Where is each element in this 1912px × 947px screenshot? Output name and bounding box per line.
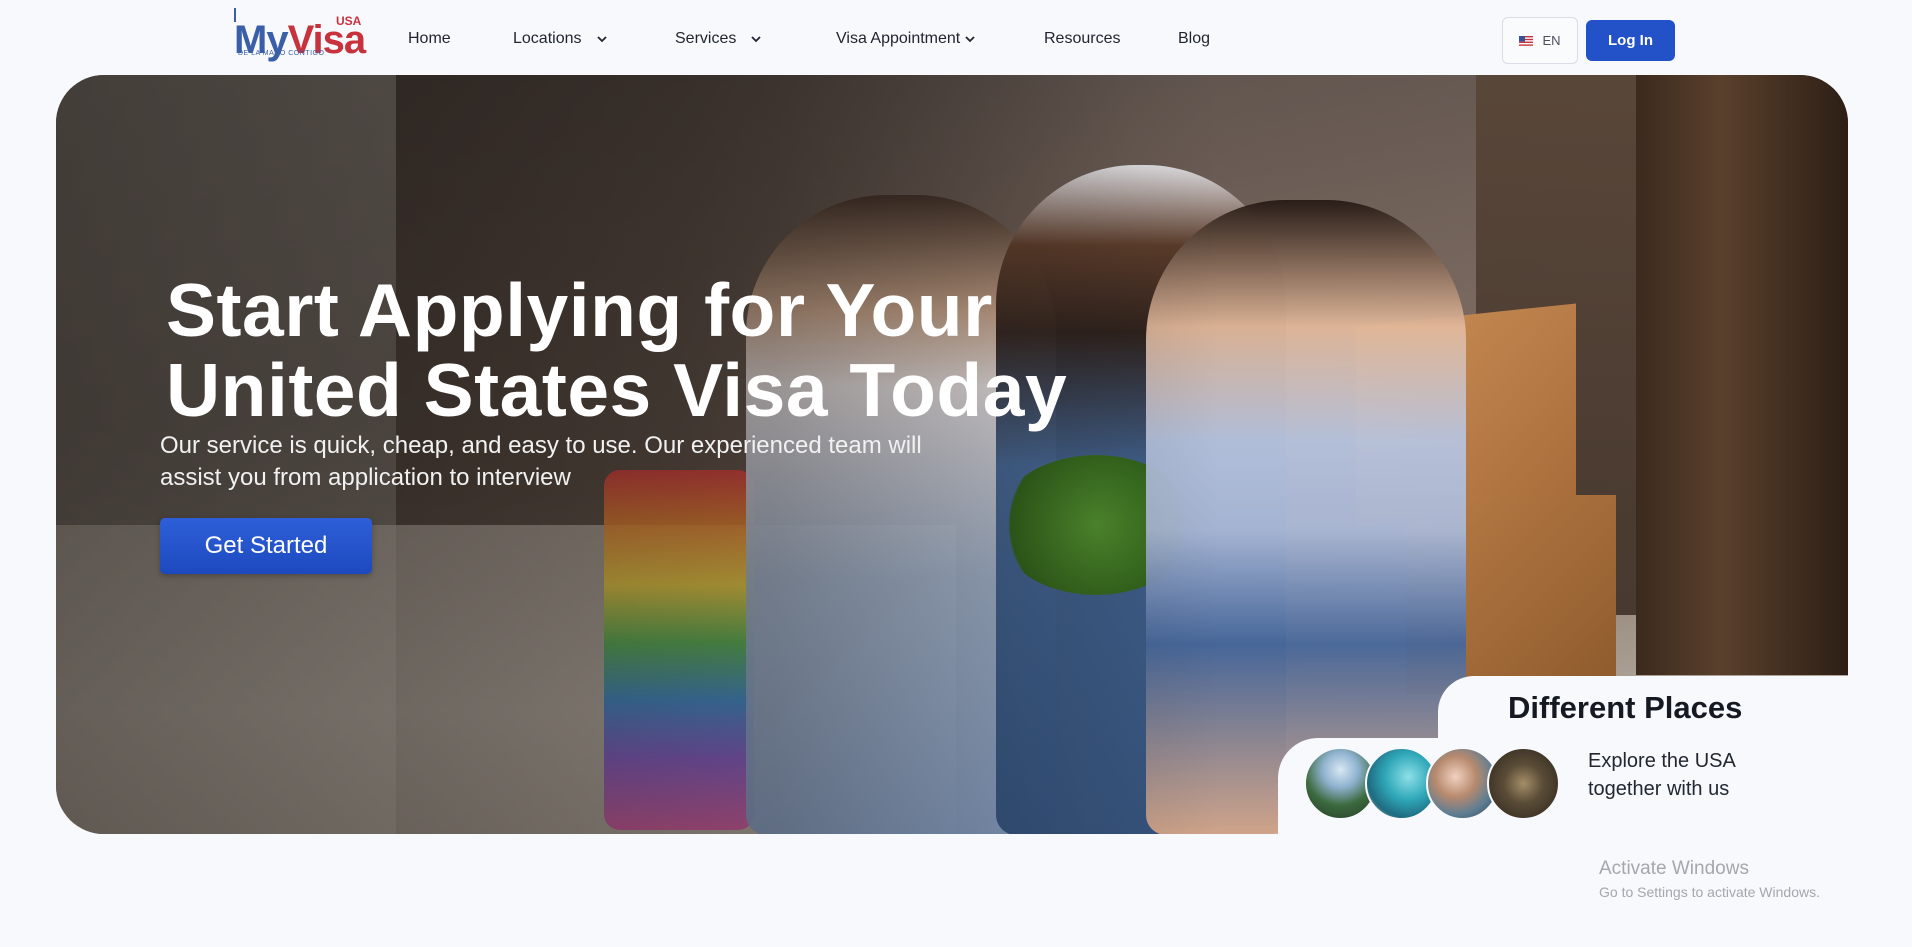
logo-usa: USA <box>336 14 362 28</box>
nav-resources-label: Resources <box>1044 30 1121 47</box>
nav-resources[interactable]: Resources <box>1044 30 1120 48</box>
place-thumbnail[interactable] <box>1487 747 1560 820</box>
nav-services[interactable]: Services <box>675 30 762 48</box>
get-started-button[interactable]: Get Started <box>160 518 372 574</box>
nav-home[interactable]: Home <box>408 30 451 48</box>
language-selector[interactable]: EN <box>1502 17 1578 64</box>
nav-blog[interactable]: Blog <box>1178 30 1210 48</box>
nav-locations-label: Locations <box>513 30 582 47</box>
activate-windows-watermark: Activate Windows Go to Settings to activ… <box>1599 858 1820 900</box>
nav-services-label: Services <box>675 30 737 47</box>
site-header: MyVisa USA DE LA MANO CONTIGO Home Locat… <box>0 0 1912 76</box>
watermark-line2: Go to Settings to activate Windows. <box>1599 884 1820 900</box>
places-subtitle: Explore the USA together with us <box>1588 750 1735 800</box>
chevron-down-icon <box>596 36 607 43</box>
myvisa-logo[interactable]: MyVisa USA DE LA MANO CONTIGO <box>232 8 366 64</box>
nav-blog-label: Blog <box>1178 30 1211 47</box>
language-code: EN <box>1542 33 1561 48</box>
chevron-down-icon <box>751 36 761 43</box>
chevron-down-icon <box>965 36 975 43</box>
nav-visa-appointment[interactable]: Visa Appointment <box>836 30 976 48</box>
watermark-line1: Activate Windows <box>1599 858 1749 879</box>
hero-title-line1: Start Applying for Your <box>166 268 993 352</box>
us-flag-icon <box>1519 35 1534 46</box>
nav-home-label: Home <box>408 30 451 47</box>
nav-locations[interactable]: Locations <box>513 30 608 48</box>
nav-visa-appointment-label: Visa Appointment <box>836 30 961 47</box>
hero-title-line2: United States Visa Today <box>166 348 1068 432</box>
login-button[interactable]: Log In <box>1586 20 1675 61</box>
logo-tagline: DE LA MANO CONTIGO <box>238 50 325 57</box>
hero-subtitle: Our service is quick, cheap, and easy to… <box>160 432 922 491</box>
hero-title: Start Applying for Your United States Vi… <box>166 270 1166 430</box>
places-title: Different Places <box>1508 690 1743 725</box>
